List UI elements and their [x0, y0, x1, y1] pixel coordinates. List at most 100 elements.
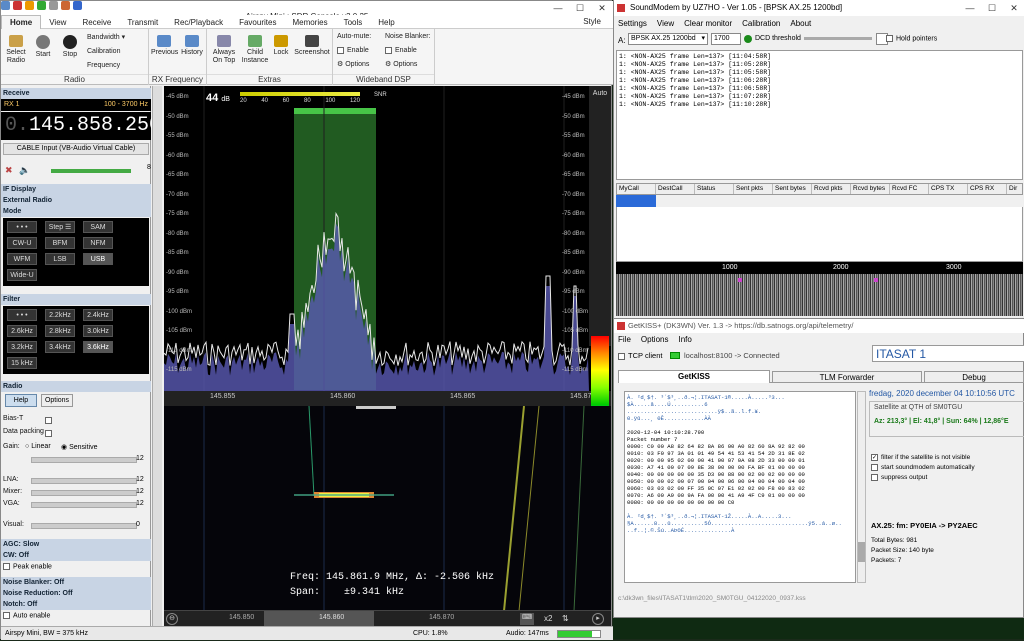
external-radio-header[interactable]: External Radio	[1, 195, 151, 206]
minimize-icon[interactable]: —	[547, 1, 569, 15]
vga-slider[interactable]	[31, 502, 137, 508]
mode-cw-u[interactable]: CW-U	[7, 237, 37, 249]
radio-header[interactable]: Radio	[1, 381, 151, 392]
mixer-slider[interactable]	[31, 490, 137, 496]
auto-button[interactable]: Auto	[589, 90, 611, 97]
visual-slider[interactable]	[31, 523, 137, 529]
auto-mute-options[interactable]: ⚙ Options	[337, 60, 369, 70]
receive-header[interactable]: Receive	[1, 88, 151, 99]
settings-icon[interactable]	[49, 1, 58, 10]
if-display-header[interactable]: IF Display	[1, 184, 151, 195]
menu-view[interactable]: View	[657, 19, 674, 28]
cw-header[interactable]: CW: Off	[1, 550, 151, 561]
left-panel-scrollbar[interactable]	[152, 86, 162, 626]
lock-button[interactable]: Lock	[271, 35, 291, 57]
filter-2-6khz[interactable]: 2.6kHz	[7, 325, 37, 337]
auto-mute-enable[interactable]: Enable	[337, 46, 369, 56]
filter-3-6khz[interactable]: 3.6kHz	[83, 341, 113, 353]
tab-rec-playback[interactable]: Rec/Playback	[166, 16, 231, 30]
start-soundmodem-checkbox[interactable]: start soundmodem automatically	[871, 464, 975, 471]
menu-clear-monitor[interactable]: Clear monitor	[684, 19, 732, 28]
filter-visible-checkbox[interactable]: ✓ filter if the satellite is not visible	[871, 454, 970, 461]
data-packing-checkbox[interactable]	[45, 428, 55, 438]
start-button[interactable]: Start	[31, 35, 55, 59]
checkbox[interactable]	[45, 430, 52, 438]
waterfall-display[interactable]: Freq: 145.861.9 MHz, Δ: -2.506 kHz Span:…	[164, 405, 611, 612]
tab-home[interactable]: Home	[1, 15, 42, 30]
zoom-spin-icon[interactable]: ⇅	[562, 614, 569, 623]
tab-tools[interactable]: Tools	[336, 16, 371, 30]
frequency-scrollbar[interactable]: ⊖ 145.850 145.860 145.870 ⌨ x2 ⇅ ▸	[164, 610, 611, 626]
filter-more[interactable]: • • •	[7, 309, 37, 321]
always-on-top-button[interactable]: Always On Top	[209, 35, 239, 65]
tab-favourites[interactable]: Favourites	[231, 16, 284, 30]
zoom-level[interactable]: x2	[544, 614, 552, 623]
column-header[interactable]: Dir	[1007, 184, 1022, 194]
center-freq-input[interactable]: 1700	[711, 33, 741, 45]
noise-blanker-header[interactable]: Noise Blanker: Off	[1, 577, 151, 588]
packet-dump[interactable]: À. ²d¸$†. ³´$³¸..ð.¬¦.ITASAT-1®.....À...…	[624, 391, 856, 583]
mode-sam[interactable]: SAM	[83, 221, 113, 233]
tuning-marker[interactable]	[738, 278, 742, 282]
lna-slider[interactable]	[31, 478, 137, 484]
column-header[interactable]: Rcvd bytes	[851, 184, 890, 194]
filter-2-2khz[interactable]: 2.2kHz	[45, 309, 75, 321]
scroll-thumb[interactable]	[858, 542, 865, 562]
menu-file[interactable]: File	[618, 335, 631, 344]
mode-wfm[interactable]: WFM	[7, 253, 37, 265]
folder-icon[interactable]	[25, 1, 34, 10]
tab-tlm-forwarder[interactable]: TLM Forwarder	[772, 371, 922, 383]
screenshot-button[interactable]: Screenshot	[293, 35, 331, 57]
dcd-slider[interactable]	[804, 37, 872, 40]
select-radio-button[interactable]: Select Radio	[4, 35, 28, 65]
menu-options[interactable]: Options	[641, 335, 669, 344]
maximize-icon[interactable]: ☐	[569, 1, 591, 15]
tab-memories[interactable]: Memories	[284, 16, 335, 30]
checkbox[interactable]	[3, 563, 10, 570]
frequency-button[interactable]: Frequency	[87, 61, 120, 71]
audio-output-select[interactable]: CABLE Input (VB-Audio Virtual Cable)	[3, 143, 149, 155]
maximize-icon[interactable]: ☐	[981, 1, 1003, 15]
mode-usb[interactable]: USB	[83, 253, 113, 265]
menu-settings[interactable]: Settings	[618, 19, 647, 28]
volume-slider[interactable]	[51, 169, 131, 173]
keyboard-icon[interactable]: ⌨	[520, 613, 534, 625]
filter-2-4khz[interactable]: 2.4kHz	[83, 309, 113, 321]
noise-reduction-header[interactable]: Noise Reduction: Off	[1, 588, 151, 599]
mute-icon[interactable]: ✖	[5, 165, 13, 176]
filter-15khz[interactable]: 15 kHz	[7, 357, 37, 369]
selected-row[interactable]	[616, 195, 656, 207]
next-icon[interactable]: ▸	[592, 613, 604, 625]
tab-receive[interactable]: Receive	[74, 16, 119, 30]
linear-radio[interactable]: ○ Linear	[25, 443, 51, 450]
filter-3-2khz[interactable]: 3.2kHz	[7, 341, 37, 353]
checkbox[interactable]	[618, 352, 625, 360]
mode-step[interactable]: Step ☰	[45, 221, 75, 233]
filter-header[interactable]: Filter	[1, 294, 151, 305]
column-header[interactable]: DestCall	[656, 184, 695, 194]
agc-header[interactable]: AGC: Slow	[1, 539, 151, 550]
noise-blanker-enable[interactable]: Enable	[385, 46, 417, 56]
mode-header[interactable]: Mode	[1, 206, 151, 217]
notch-header[interactable]: Notch: Off	[1, 599, 151, 610]
checkbox[interactable]	[337, 46, 344, 54]
filter-3-4khz[interactable]: 3.4kHz	[45, 341, 75, 353]
checkbox[interactable]	[871, 464, 878, 471]
tab-debug[interactable]: Debug	[924, 371, 1024, 383]
help-button[interactable]: Help	[5, 394, 37, 407]
mode-select[interactable]: BPSK AX.25 1200bd ▾	[628, 33, 708, 45]
noise-blanker-options[interactable]: ⚙ Options	[385, 60, 417, 70]
minimize-icon[interactable]: —	[959, 1, 981, 15]
column-header[interactable]: Rcvd pkts	[812, 184, 851, 194]
frequency-display[interactable]: 0.145.858.250	[1, 112, 161, 140]
speaker-icon[interactable]: 🔈	[19, 165, 30, 176]
connections-table[interactable]	[616, 207, 1023, 262]
options-button[interactable]: Options	[41, 394, 73, 407]
checkbox[interactable]	[886, 35, 893, 42]
filter-2-8khz[interactable]: 2.8kHz	[45, 325, 75, 337]
checkbox[interactable]	[45, 417, 52, 425]
tuning-marker[interactable]	[874, 278, 878, 282]
auto-enable-checkbox[interactable]: Auto enable	[3, 612, 50, 619]
column-header[interactable]: Sent bytes	[773, 184, 812, 194]
style-menu[interactable]: Style	[575, 15, 609, 29]
